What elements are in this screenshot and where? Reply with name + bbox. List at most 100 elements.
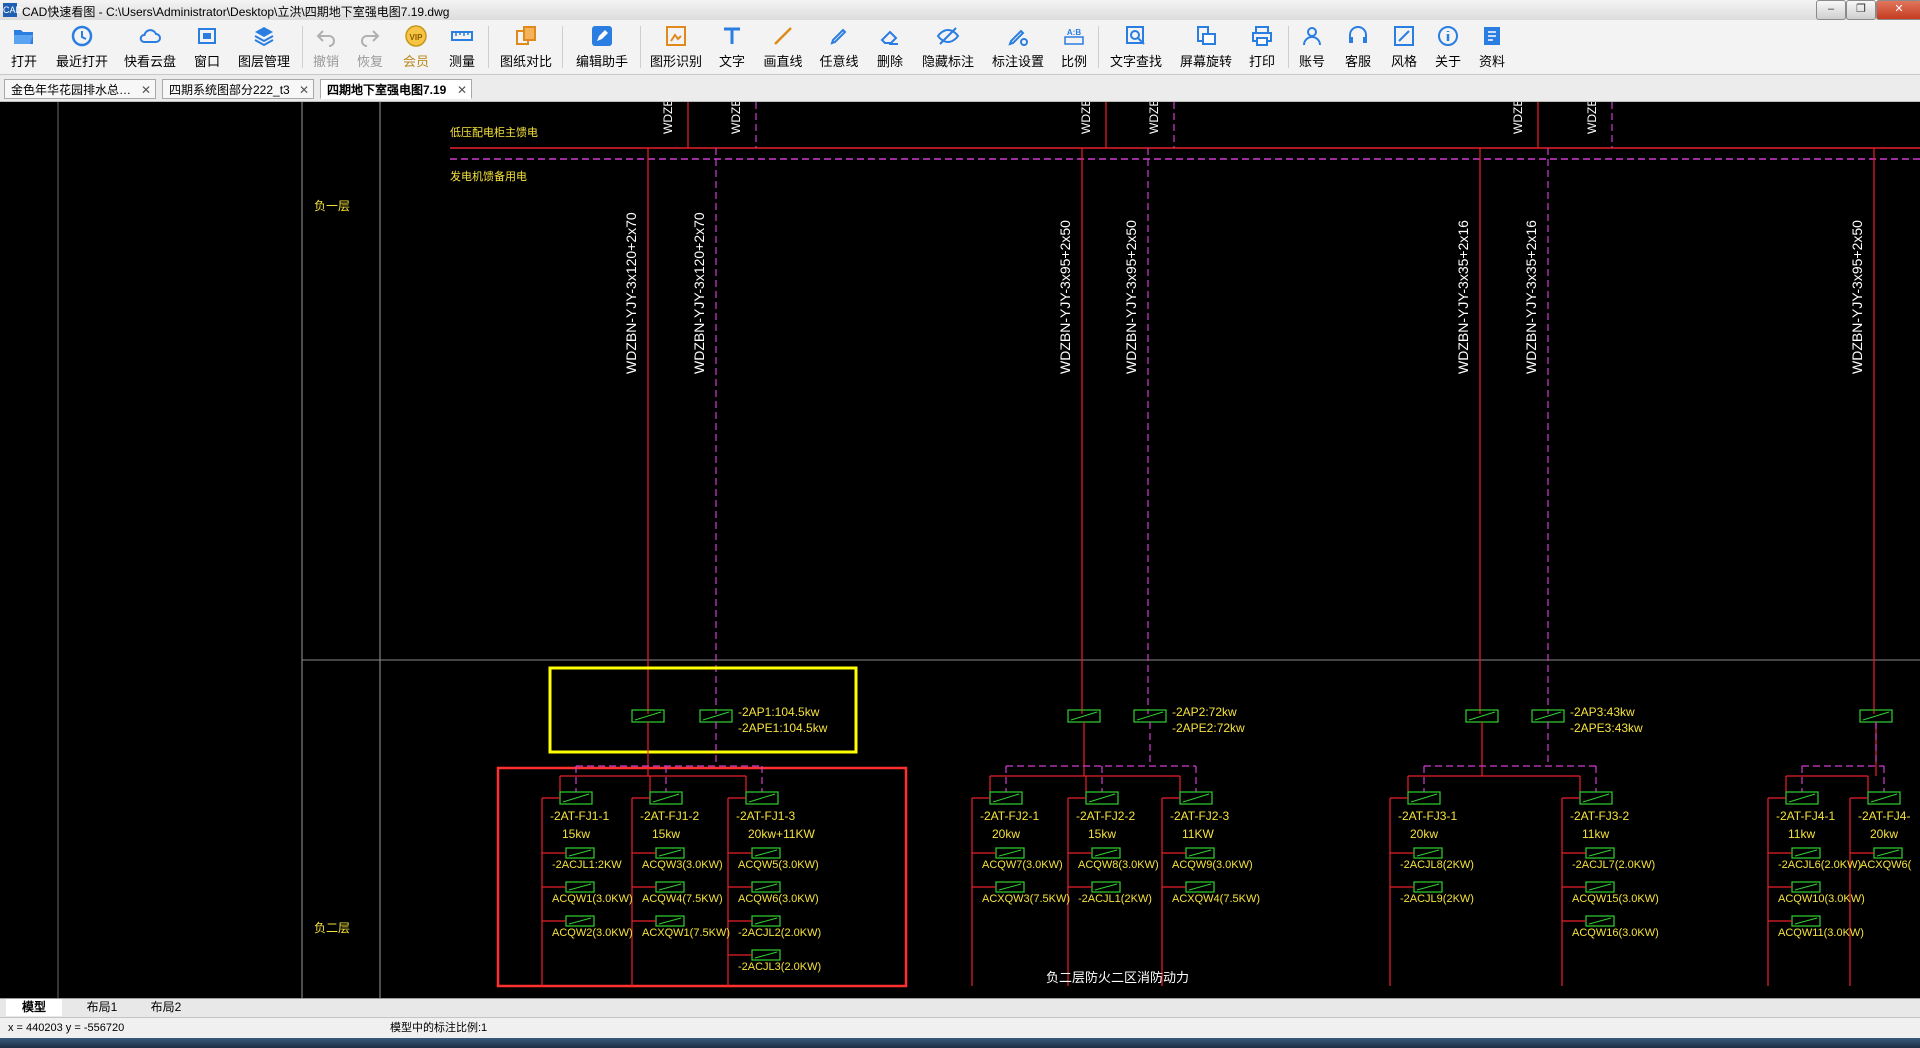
tab-document-3[interactable]: 四期地下室强电图7.19 ✕ [320, 79, 472, 99]
account-label: 账号 [1298, 54, 1325, 69]
drawing-compare-button[interactable]: 图纸对比 [498, 24, 554, 72]
tab-layout-1[interactable]: 布局1 [72, 999, 132, 1016]
maximize-button[interactable]: ❐ [1846, 0, 1876, 20]
load-breaker [1585, 881, 1615, 893]
close-tab-icon[interactable]: ✕ [141, 80, 151, 98]
os-taskbar [0, 1038, 1920, 1048]
open-label: 打开 [10, 54, 37, 69]
tab-label: 金色年华花园排水总… [11, 83, 132, 97]
subpanel-name-label: -2AT-FJ4-1 [1776, 809, 1835, 823]
breaker-slash [998, 849, 1022, 857]
backup-panel-breaker [1133, 709, 1167, 723]
text-search-icon [1126, 26, 1145, 45]
user-icon [1303, 27, 1321, 46]
delete-button[interactable]: 删除 [876, 24, 904, 72]
measure-label: 测量 [448, 54, 475, 69]
highlight-box-red [496, 766, 908, 988]
subpanel-breaker [1867, 791, 1901, 805]
shape-recognition-button[interactable]: 图形识别 [648, 24, 704, 72]
cable-spec-label: WDZBN-YJY-3x35+2x16 [1523, 220, 1539, 374]
tab-document-2[interactable]: 四期系统图部分222_t3 ✕ [162, 79, 314, 99]
drawing-canvas[interactable]: 低压配电柜主馈电 发电机馈备用电 负一层 负二层 WDZB WDZB WDZB WDZB WDZ… [0, 102, 1920, 998]
panel-load-label: -2AP3:43kw [1570, 705, 1635, 719]
close-tab-icon[interactable]: ✕ [299, 80, 309, 98]
load-label: -2ACJL6(2.0KW) [1778, 859, 1861, 871]
vip-button[interactable]: VIP 会员 [402, 24, 430, 72]
main-panel-breaker [1067, 709, 1101, 723]
load-breaker [655, 915, 685, 927]
window-button[interactable]: 窗口 [192, 24, 222, 72]
breaker-slash [1088, 793, 1116, 803]
subpanel-power-label: 20kw [1410, 827, 1438, 841]
tab-document-1[interactable]: 金色年华花园排水总… ✕ [4, 79, 156, 99]
load-breaker [1585, 915, 1615, 927]
breaker-slash [568, 917, 592, 925]
tab-model[interactable]: 模型 [6, 999, 62, 1016]
subpanel-breaker [1179, 791, 1213, 805]
subpanel-power-label: 15kw [1088, 827, 1116, 841]
ruler-icon [451, 31, 473, 41]
tab-layout-2[interactable]: 布局2 [136, 999, 196, 1016]
load-breaker [995, 881, 1025, 893]
cable-spec-label: WDZBN-YJY-3x35+2x16 [1455, 220, 1471, 374]
breaker-slash [568, 883, 592, 891]
print-button[interactable]: 打印 [1248, 24, 1276, 72]
load-label: ACXQW4(7.5KW) [1172, 893, 1260, 905]
undo-button[interactable]: 撤销 [312, 24, 340, 72]
edit-assistant-button[interactable]: 编辑助手 [574, 24, 630, 72]
breaker-slash [562, 793, 590, 803]
subpanel-power-label: 20kw [992, 827, 1020, 841]
load-breaker [565, 881, 595, 893]
account-button[interactable]: 账号 [1298, 24, 1326, 72]
headset-icon [1349, 26, 1367, 43]
cloud-disk-button[interactable]: 快看云盘 [122, 24, 178, 72]
draw-line-button[interactable]: 画直线 [762, 24, 804, 72]
customer-service-button[interactable]: 客服 [1344, 24, 1372, 72]
load-label: -2ACJL2(2.0KW) [738, 927, 821, 939]
text-button[interactable]: 文字 [718, 24, 746, 72]
breaker-slash [754, 883, 778, 891]
close-button[interactable]: ✕ [1876, 0, 1920, 20]
screen-rotate-button[interactable]: 屏幕旋转 [1178, 24, 1234, 72]
subpanel-breaker [649, 791, 683, 805]
close-tab-icon[interactable]: ✕ [457, 80, 467, 98]
redo-button[interactable]: 恢复 [356, 24, 384, 72]
hide-annotation-button[interactable]: 隐藏标注 [920, 24, 976, 72]
main-panel-breaker [1465, 709, 1499, 723]
style-button[interactable]: 风格 [1390, 24, 1418, 72]
breaker-slash [1182, 793, 1210, 803]
open-button[interactable]: 打开 [8, 24, 40, 72]
load-breaker [655, 881, 685, 893]
subpanel-name-label: -2AT-FJ1-2 [640, 809, 699, 823]
annotation-scale-text: 模型中的标注比例:1 [390, 1022, 488, 1034]
annotation-settings-button[interactable]: 标注设置 [990, 24, 1046, 72]
app-logo-icon: CAD [3, 3, 23, 17]
scale-button[interactable]: A:B 比例 [1060, 24, 1088, 72]
minimize-button[interactable]: – [1816, 0, 1846, 20]
load-breaker [1185, 881, 1215, 893]
load-label: ACQW11(3.0KW) [1778, 927, 1864, 939]
layer-manager-button[interactable]: 图层管理 [236, 24, 292, 72]
info-icon [1438, 26, 1458, 46]
feeder-tag: WDZB [661, 102, 675, 134]
materials-label: 资料 [1478, 54, 1505, 69]
load-label: ACQW6(3.0KW) [738, 893, 819, 905]
breaker-slash [1794, 849, 1818, 857]
shape-recognition-icon [666, 26, 686, 46]
feeder-tag: WDZB [729, 102, 743, 134]
about-button[interactable]: 关于 [1434, 24, 1462, 72]
load-breaker [1091, 881, 1121, 893]
materials-icon [1484, 27, 1500, 45]
measure-button[interactable]: 测量 [448, 24, 476, 72]
breaker-slash [1788, 793, 1816, 803]
load-label: ACXQW1(7.5KW) [642, 927, 730, 939]
delete-label: 删除 [876, 54, 903, 69]
load-label: -2ACJL1:2KW [552, 859, 622, 871]
breaker-slash [1136, 711, 1164, 721]
feeder-tag: WDZB [1147, 102, 1161, 134]
cad-drawing[interactable]: 低压配电柜主馈电发电机馈备用电负一层负二层 WDZB WDZB WDZB WDZB WDZ… [0, 102, 1920, 998]
materials-button[interactable]: 资料 [1478, 24, 1506, 72]
recent-open-button[interactable]: 最近打开 [54, 24, 110, 72]
freehand-line-button[interactable]: 任意线 [818, 24, 860, 72]
text-search-button[interactable]: 文字查找 [1108, 24, 1164, 72]
